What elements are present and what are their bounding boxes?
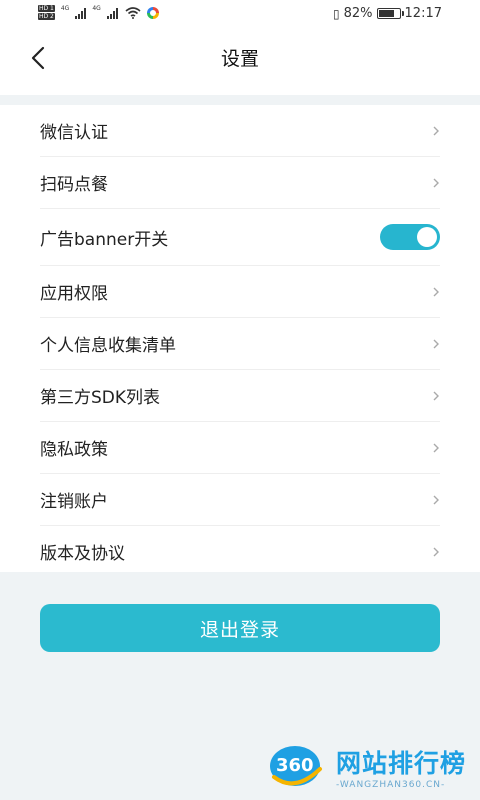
- vibrate-icon: ▯: [333, 6, 340, 21]
- logout-button[interactable]: 退出登录: [40, 604, 440, 652]
- chevron-right-icon: [433, 339, 439, 348]
- chevron-right-icon: [433, 287, 439, 296]
- setting-scan-order[interactable]: 扫码点餐: [40, 157, 440, 209]
- sig1-tag: 4G: [60, 5, 70, 12]
- status-bar: HD 1 HD 2 4G 4G ▯ 82% 12:17: [0, 0, 480, 30]
- setting-label: 广告banner开关: [40, 229, 169, 250]
- hd-bottom-label: HD 2: [38, 13, 55, 20]
- toggle-knob: [417, 227, 437, 247]
- chevron-right-icon: [433, 126, 439, 135]
- setting-privacy-policy[interactable]: 隐私政策: [40, 422, 440, 474]
- setting-personal-info-list[interactable]: 个人信息收集清单: [40, 318, 440, 370]
- status-left: HD 1 HD 2 4G 4G: [38, 5, 159, 20]
- setting-label: 扫码点餐: [40, 175, 108, 195]
- watermark: 360 网站排行榜 -WANGZHAN360.CN-: [268, 738, 474, 796]
- status-right: ▯ 82% 12:17: [333, 6, 442, 21]
- battery-percent: 82%: [343, 6, 373, 21]
- nav-bar: 设置: [0, 30, 480, 95]
- wifi-icon: [125, 6, 141, 19]
- setting-wechat-auth[interactable]: 微信认证: [40, 105, 440, 157]
- watermark-name: 网站排行榜: [336, 749, 467, 778]
- app-notification-icon: [146, 6, 159, 19]
- signal-icon: [106, 7, 118, 19]
- setting-label: 版本及协议: [40, 544, 125, 564]
- setting-ad-banner: 广告banner开关: [40, 209, 440, 266]
- sig2-tag: 4G: [92, 5, 101, 12]
- battery-icon: [376, 8, 404, 19]
- hd-icon: HD 1 HD 2: [38, 5, 55, 20]
- setting-third-party-sdk[interactable]: 第三方SDK列表: [40, 370, 440, 422]
- chevron-right-icon: [433, 547, 439, 556]
- setting-label: 第三方SDK列表: [40, 388, 161, 408]
- watermark-logo-text: 360: [276, 755, 314, 776]
- chevron-right-icon: [433, 443, 439, 452]
- page-title: 设置: [220, 48, 259, 70]
- setting-version-agreement[interactable]: 版本及协议: [40, 526, 440, 577]
- chevron-right-icon: [433, 495, 439, 504]
- clock: 12:17: [404, 6, 442, 21]
- ad-banner-toggle[interactable]: [380, 224, 440, 250]
- setting-app-permissions[interactable]: 应用权限: [40, 266, 440, 318]
- hd-top-label: HD 1: [38, 5, 55, 12]
- setting-label: 隐私政策: [40, 440, 108, 460]
- setting-label: 注销账户: [40, 492, 108, 512]
- watermark-url: -WANGZHAN360.CN-: [336, 780, 446, 790]
- chevron-right-icon: [433, 178, 439, 187]
- chevron-right-icon: [433, 391, 439, 400]
- setting-label: 微信认证: [40, 123, 108, 143]
- setting-label: 个人信息收集清单: [40, 336, 176, 356]
- setting-delete-account[interactable]: 注销账户: [40, 474, 440, 526]
- settings-list: 微信认证 扫码点餐 广告banner开关 应用权限 个人信息收集清单 第三方SD…: [0, 105, 480, 572]
- setting-label: 应用权限: [40, 284, 108, 304]
- signal-icon: [75, 7, 87, 19]
